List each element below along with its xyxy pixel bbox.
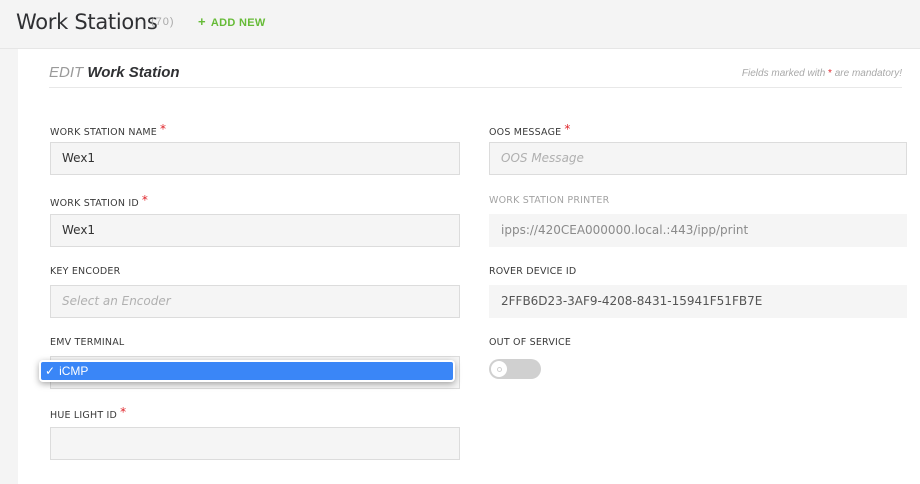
required-star: * bbox=[564, 122, 571, 136]
work-station-name-input[interactable]: Wex1 bbox=[50, 142, 460, 175]
plus-icon: + bbox=[198, 14, 206, 29]
checkmark-icon: ✓ bbox=[45, 364, 56, 378]
edit-work-station-form: EDIT Work Station Fields marked with * a… bbox=[18, 49, 920, 484]
mandatory-note-before: Fields marked with bbox=[741, 68, 826, 79]
page-title: Work Stations bbox=[16, 10, 158, 34]
emv-terminal-label: EMV TERMINAL bbox=[50, 337, 125, 348]
out-of-service-label: OUT OF SERVICE bbox=[489, 337, 572, 348]
work-station-printer-label: WORK STATION PRINTER bbox=[489, 195, 610, 206]
work-station-id-input[interactable]: Wex1 bbox=[50, 214, 460, 247]
work-station-name-label: WORK STATION NAME * bbox=[50, 122, 167, 138]
record-count: (70) bbox=[151, 16, 175, 28]
toggle-knob bbox=[491, 361, 507, 377]
mandatory-note-after: are mandatory! bbox=[834, 68, 902, 79]
page-header: Work Stations (70) + ADD NEW bbox=[0, 0, 920, 49]
hue-light-id-input[interactable] bbox=[50, 427, 460, 460]
add-new-button[interactable]: + ADD NEW bbox=[198, 14, 266, 29]
add-new-label: ADD NEW bbox=[210, 17, 266, 29]
required-star: * bbox=[828, 68, 832, 79]
emv-terminal-dropdown: ✓ iCMP bbox=[39, 360, 455, 382]
hue-light-id-label: HUE LIGHT ID * bbox=[50, 405, 127, 421]
title-divider bbox=[49, 87, 902, 88]
rover-device-id-value: 2FFB6D23-3AF9-4208-8431-15941F51FB7E bbox=[489, 285, 907, 318]
key-encoder-label: KEY ENCODER bbox=[50, 266, 121, 277]
oos-message-label-text: OOS MESSAGE bbox=[489, 127, 562, 138]
form-title-main: Work Station bbox=[87, 64, 180, 81]
out-of-service-toggle[interactable] bbox=[489, 359, 541, 379]
required-star: * bbox=[141, 193, 149, 207]
hue-light-id-label-text: HUE LIGHT ID bbox=[50, 410, 118, 421]
oos-message-input[interactable]: OOS Message bbox=[489, 142, 907, 175]
form-title: EDIT Work Station bbox=[49, 64, 180, 81]
emv-terminal-option-icmp[interactable]: ✓ iCMP bbox=[41, 362, 453, 380]
form-title-prefix: EDIT bbox=[49, 64, 84, 81]
work-station-id-label-text: WORK STATION ID bbox=[50, 198, 139, 209]
emv-terminal-option-label: iCMP bbox=[59, 364, 89, 378]
mandatory-note: Fields marked with * are mandatory! bbox=[742, 68, 902, 79]
work-station-id-label: WORK STATION ID * bbox=[50, 193, 149, 209]
required-star: * bbox=[160, 122, 167, 136]
required-star: * bbox=[120, 405, 127, 419]
key-encoder-select[interactable]: Select an Encoder bbox=[50, 285, 460, 318]
work-station-name-label-text: WORK STATION NAME bbox=[50, 127, 157, 138]
work-station-printer-value: ipps://420CEA000000.local.:443/ipp/print bbox=[489, 214, 907, 247]
rover-device-id-label: ROVER DEVICE ID bbox=[489, 266, 577, 277]
oos-message-label: OOS MESSAGE * bbox=[489, 122, 571, 138]
